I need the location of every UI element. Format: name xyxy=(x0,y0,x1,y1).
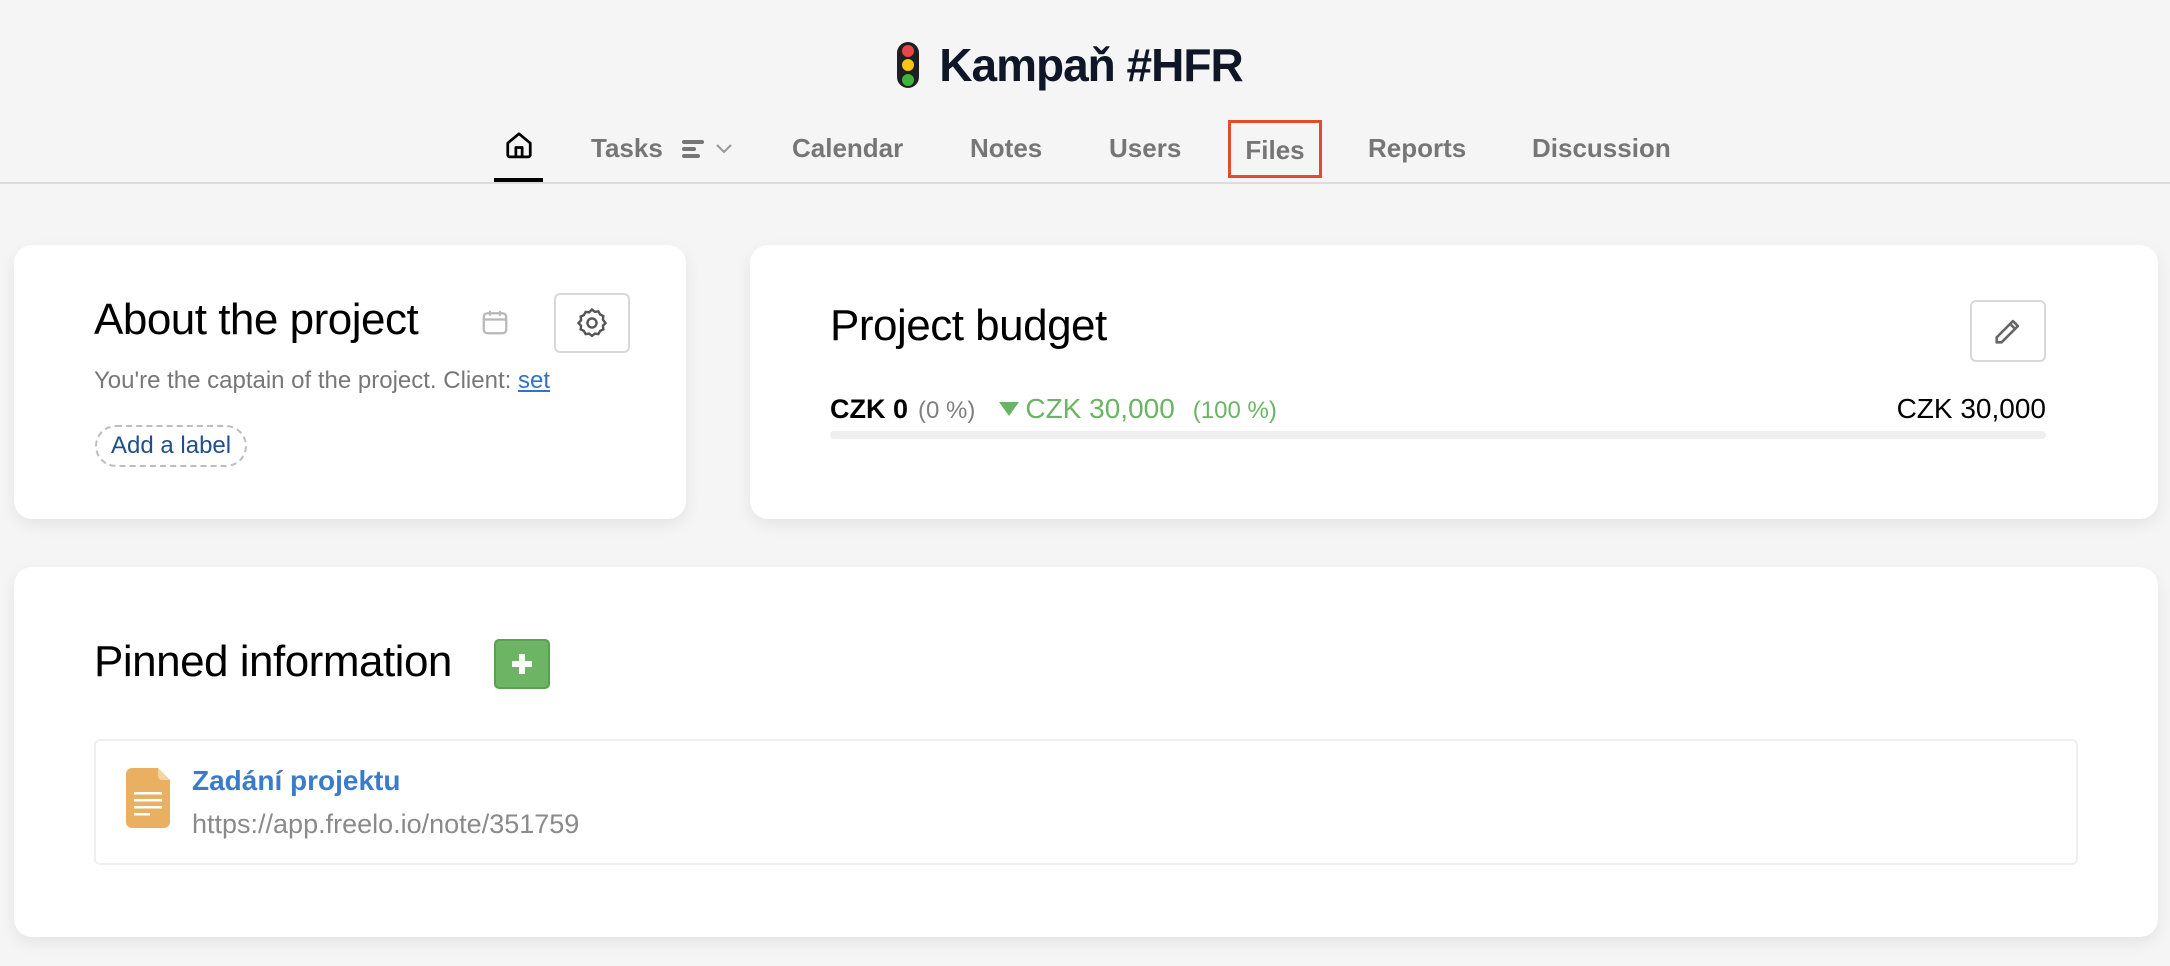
tab-home[interactable] xyxy=(494,118,543,184)
about-project-card: About the project You're the captain of … xyxy=(14,245,686,519)
budget-progress-bar xyxy=(830,431,2046,439)
calendar-icon[interactable] xyxy=(480,307,510,337)
document-icon xyxy=(126,768,170,828)
tab-discussion[interactable]: Discussion xyxy=(1532,128,1671,168)
budget-remaining-value: CZK 30,000 xyxy=(1025,393,1175,424)
add-label-button[interactable]: Add a label xyxy=(95,425,248,467)
tab-files[interactable]: Files xyxy=(1228,120,1322,178)
budget-total: CZK 30,000 xyxy=(1896,393,2046,424)
tab-tasks-label: Tasks xyxy=(591,133,663,163)
about-description: You're the captain of the project. Clien… xyxy=(94,367,550,395)
pinned-item-url: https://app.freelo.io/note/351759 xyxy=(192,809,580,839)
pinned-item[interactable]: Zadání projektu https://app.freelo.io/no… xyxy=(94,739,2078,865)
plus-icon xyxy=(512,654,532,674)
captain-text: You're the captain of the project. Clien… xyxy=(94,367,518,394)
pinned-information-card: Pinned information Zadání projektu https… xyxy=(14,567,2158,937)
budget-title: Project budget xyxy=(830,301,1107,350)
traffic-light-icon xyxy=(897,42,920,88)
set-client-link[interactable]: set xyxy=(518,367,550,394)
tab-reports[interactable]: Reports xyxy=(1368,128,1466,168)
tab-calendar[interactable]: Calendar xyxy=(792,128,903,168)
project-budget-card: Project budget CZK 0 (0 %) CZK 30,000 (1… xyxy=(750,245,2158,519)
gear-icon xyxy=(576,307,608,338)
pinned-title: Pinned information xyxy=(94,637,452,686)
triangle-down-icon xyxy=(999,402,1020,416)
pinned-item-name[interactable]: Zadání projektu xyxy=(192,765,400,797)
budget-summary: CZK 0 (0 %) CZK 30,000 (100 %) CZK 30,00… xyxy=(830,393,2046,427)
budget-remaining-percent: (100 %) xyxy=(1192,397,1277,424)
chevron-down-icon[interactable] xyxy=(715,143,733,155)
pencil-icon xyxy=(1995,319,2020,344)
tab-tasks[interactable]: Tasks xyxy=(591,128,732,168)
tab-notes[interactable]: Notes xyxy=(970,128,1042,168)
project-title-wrap: Kampaň #HFR xyxy=(0,38,2170,92)
budget-spent-percent: (0 %) xyxy=(918,397,976,424)
list-view-icon[interactable] xyxy=(681,138,707,160)
project-header: Kampaň #HFR Tasks Calendar Notes Users F… xyxy=(0,0,2170,184)
project-settings-button[interactable] xyxy=(554,293,630,353)
home-icon xyxy=(506,132,532,159)
about-title: About the project xyxy=(94,295,419,344)
nav-divider xyxy=(0,182,2170,184)
edit-budget-button[interactable] xyxy=(1970,300,2046,362)
budget-remaining: CZK 30,000 (100 %) xyxy=(999,393,1277,425)
budget-spent: CZK 0 xyxy=(830,394,909,424)
tab-users[interactable]: Users xyxy=(1109,128,1181,168)
project-title: Kampaň #HFR xyxy=(939,39,1243,91)
add-pinned-button[interactable] xyxy=(494,639,550,689)
project-nav: Tasks Calendar Notes Users Files Reports… xyxy=(0,118,2170,184)
